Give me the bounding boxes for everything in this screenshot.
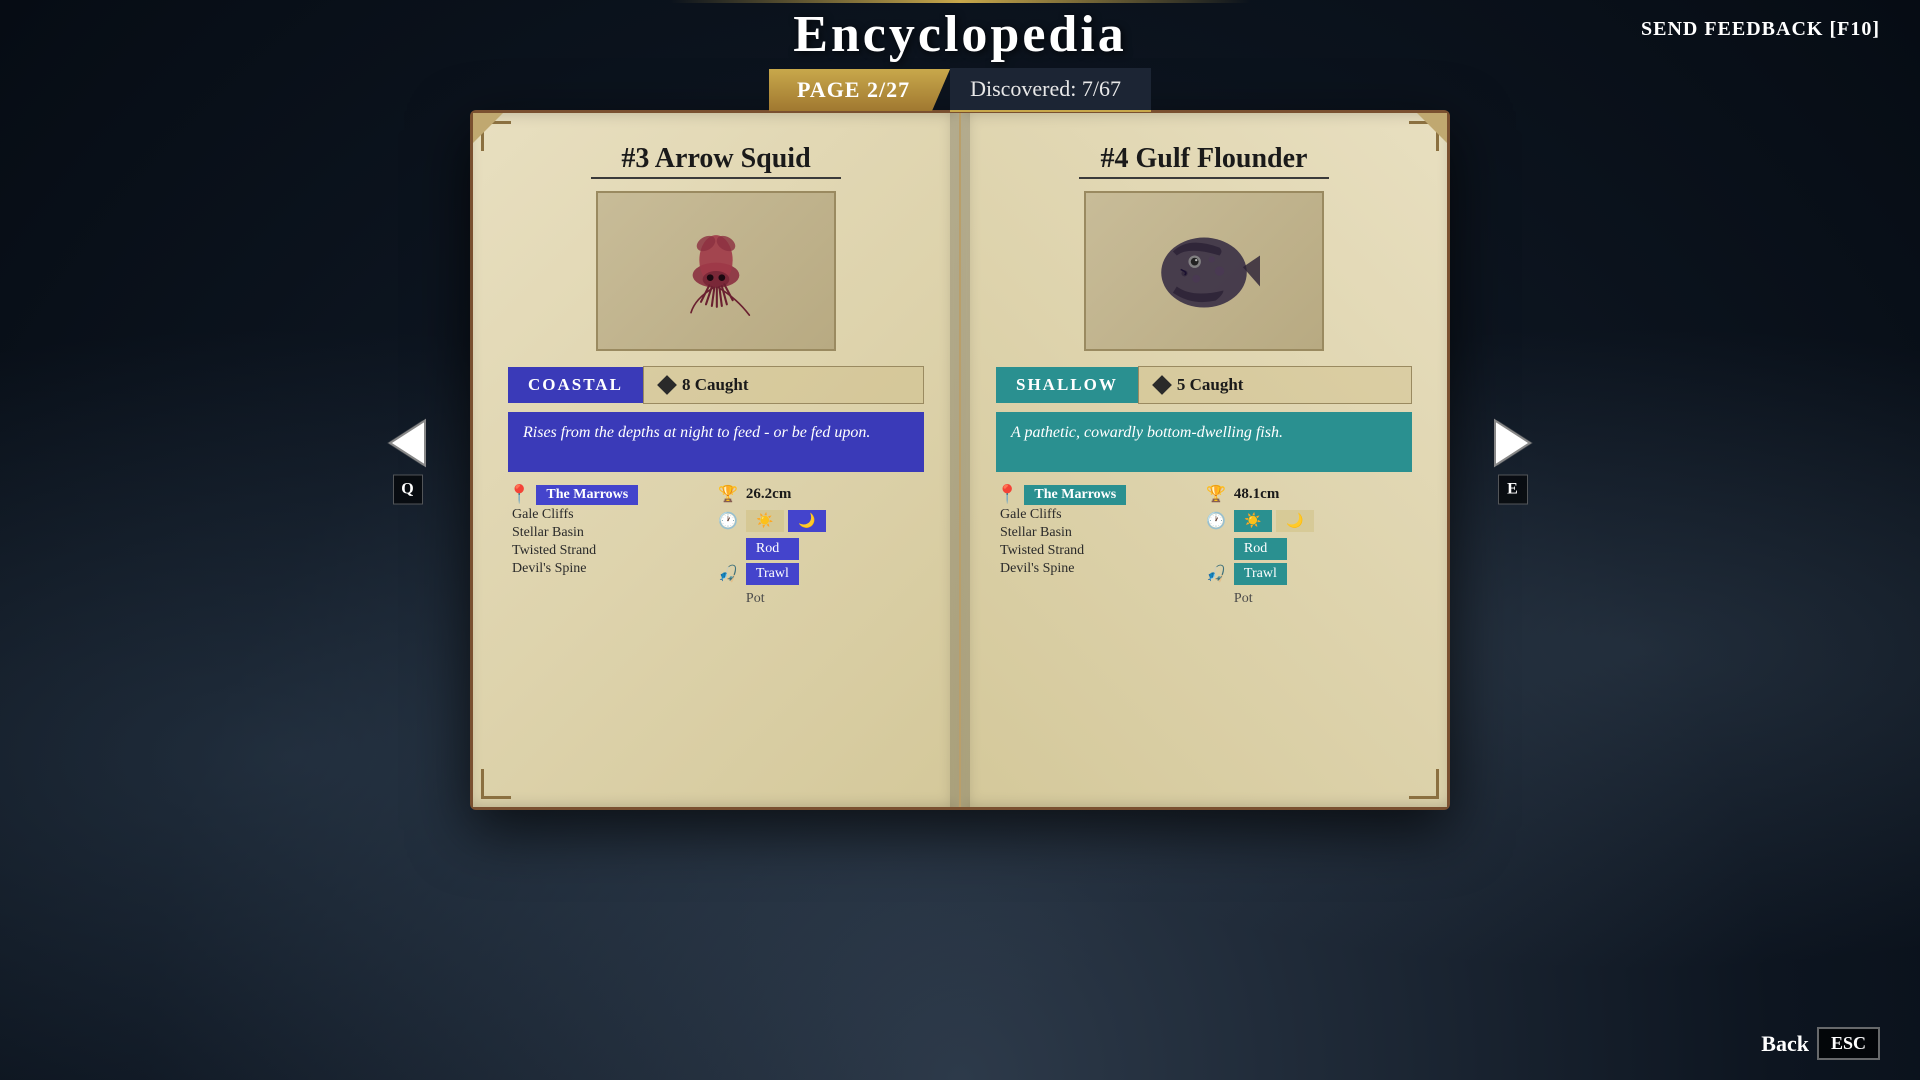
left-diamond-icon: [657, 375, 677, 395]
right-location-devils-spine: Devil's Spine: [996, 561, 1202, 577]
left-caught-count: 8 Caught: [682, 375, 749, 395]
book-inner: #3 Arrow Squid: [473, 113, 1447, 807]
encyclopedia-title: Encyclopedia: [793, 5, 1127, 64]
right-night-icon: 🌙: [1276, 510, 1314, 532]
right-caught-badge: 5 Caught: [1138, 366, 1412, 404]
left-fish-image: [596, 191, 836, 351]
right-entry-number: #4: [1101, 143, 1129, 174]
right-description: A pathetic, cowardly bottom-dwelling fis…: [996, 412, 1412, 472]
left-night-icon: 🌙: [788, 510, 826, 532]
left-record-row: 🏆 26.2cm: [718, 484, 924, 504]
left-methods-row: 🎣 Rod Trawl Pot: [718, 538, 924, 610]
right-type-badge: SHALLOW: [996, 367, 1138, 403]
right-stats-col: 🏆 48.1cm 🕐 ☀️ 🌙 🎣: [1206, 484, 1412, 610]
corner-bl: [481, 769, 511, 799]
right-location-primary-name: The Marrows: [1024, 485, 1126, 505]
right-caught-count: 5 Caught: [1177, 375, 1244, 395]
back-key[interactable]: ESC: [1817, 1027, 1880, 1060]
right-fishing-icon: 🎣: [1206, 564, 1226, 584]
left-entry-name: Arrow Squid: [655, 143, 811, 174]
right-diamond-icon: [1152, 375, 1172, 395]
right-methods-col: Rod Trawl Pot: [1234, 538, 1287, 610]
right-time-bar: ☀️ 🌙: [1234, 510, 1314, 532]
page-badge: PAGE 2/27: [769, 69, 950, 111]
back-label: Back: [1761, 1031, 1809, 1057]
page-info-bar: PAGE 2/27 Discovered: 7/67: [769, 68, 1151, 112]
left-location-primary-name: The Marrows: [536, 485, 638, 505]
right-method-pot: Pot: [1234, 588, 1287, 610]
right-record-row: 🏆 48.1cm: [1206, 484, 1412, 504]
right-methods-row: 🎣 Rod Trawl Pot: [1206, 538, 1412, 610]
left-arrow-icon: [380, 416, 435, 471]
left-type-badge: COASTAL: [508, 367, 643, 403]
left-method-trawl: Trawl: [746, 563, 799, 585]
right-entry-name: Gulf Flounder: [1136, 143, 1308, 174]
book-spine-center: [950, 113, 970, 807]
left-method-pot: Pot: [746, 588, 799, 610]
right-record-value: 48.1cm: [1234, 486, 1279, 503]
right-time-row: 🕐 ☀️ 🌙: [1206, 510, 1412, 532]
left-day-icon: ☀️: [746, 510, 784, 532]
right-location-col: 📍 The Marrows Gale Cliffs Stellar Basin …: [996, 484, 1202, 610]
left-arrow-key: Q: [393, 475, 423, 505]
page-fold-tl: [473, 113, 503, 143]
book-page-left: #3 Arrow Squid: [473, 113, 961, 807]
left-location-marker-icon: 📍: [508, 484, 530, 505]
left-location-primary: 📍 The Marrows: [508, 484, 714, 505]
left-clock-icon: 🕐: [718, 511, 738, 531]
left-entry-number: #3: [621, 143, 649, 174]
right-trophy-icon: 🏆: [1206, 484, 1226, 504]
right-location-primary: 📍 The Marrows: [996, 484, 1202, 505]
right-location-stellar-basin: Stellar Basin: [996, 525, 1202, 541]
right-entry-title: #4 Gulf Flounder: [996, 143, 1412, 175]
title-bar-line: [670, 0, 1250, 3]
title-container: Encyclopedia: [670, 0, 1250, 64]
corner-br: [1409, 769, 1439, 799]
left-location-devils-spine: Devil's Spine: [508, 561, 714, 577]
left-location-gale-cliffs: Gale Cliffs: [508, 507, 714, 523]
right-method-rod: Rod: [1234, 538, 1287, 560]
left-type-caught-bar: COASTAL 8 Caught: [508, 366, 924, 404]
left-record-value: 26.2cm: [746, 486, 791, 503]
discovered-text: Discovered: 7/67: [950, 68, 1151, 112]
right-type-caught-bar: SHALLOW 5 Caught: [996, 366, 1412, 404]
left-location-col: 📍 The Marrows Gale Cliffs Stellar Basin …: [508, 484, 714, 610]
left-location-stellar-basin: Stellar Basin: [508, 525, 714, 541]
left-method-rod: Rod: [746, 538, 799, 560]
left-location-twisted-strand: Twisted Strand: [508, 543, 714, 559]
left-time-row: 🕐 ☀️ 🌙: [718, 510, 924, 532]
right-location-marker-icon: 📍: [996, 484, 1018, 505]
right-location-twisted-strand: Twisted Strand: [996, 543, 1202, 559]
right-day-icon: ☀️: [1234, 510, 1272, 532]
prev-page-button[interactable]: Q: [380, 416, 435, 505]
right-location-gale-cliffs: Gale Cliffs: [996, 507, 1202, 523]
left-entry-title: #3 Arrow Squid: [508, 143, 924, 175]
back-bar: Back ESC: [1761, 1027, 1880, 1060]
right-arrow-icon: [1485, 416, 1540, 471]
right-info-grid: 📍 The Marrows Gale Cliffs Stellar Basin …: [996, 484, 1412, 610]
next-page-button[interactable]: E: [1485, 416, 1540, 505]
left-methods-col: Rod Trawl Pot: [746, 538, 799, 610]
right-title-underline: [1079, 177, 1329, 179]
left-info-grid: 📍 The Marrows Gale Cliffs Stellar Basin …: [508, 484, 924, 610]
right-method-trawl: Trawl: [1234, 563, 1287, 585]
left-caught-badge: 8 Caught: [643, 366, 924, 404]
page-fold-tr: [1417, 113, 1447, 143]
left-description: Rises from the depths at night to feed -…: [508, 412, 924, 472]
top-bar: Encyclopedia: [0, 0, 1920, 64]
right-arrow-key: E: [1498, 475, 1528, 505]
right-clock-icon: 🕐: [1206, 511, 1226, 531]
left-time-bar: ☀️ 🌙: [746, 510, 826, 532]
left-title-underline: [591, 177, 841, 179]
left-fishing-icon: 🎣: [718, 564, 738, 584]
book-page-right: #4 Gulf Flounder: [961, 113, 1447, 807]
right-fish-image: [1084, 191, 1324, 351]
left-stats-col: 🏆 26.2cm 🕐 ☀️ 🌙 🎣: [718, 484, 924, 610]
book-wrapper: #3 Arrow Squid: [470, 110, 1450, 810]
left-trophy-icon: 🏆: [718, 484, 738, 504]
